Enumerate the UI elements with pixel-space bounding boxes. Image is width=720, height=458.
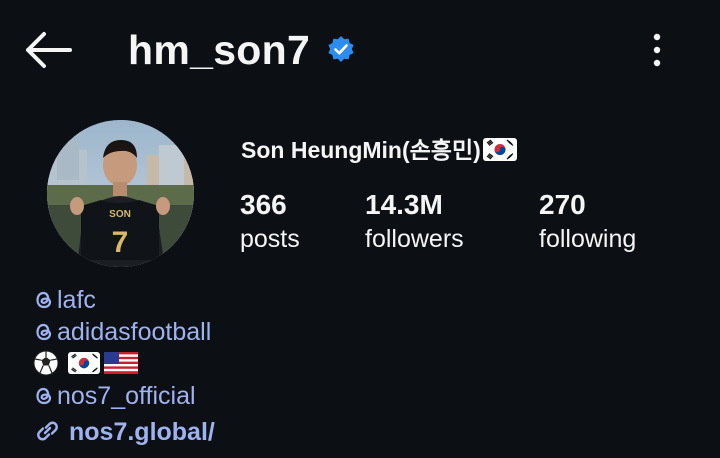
avatar-jersey-name: SON (109, 209, 131, 220)
bio-link-text: nos7.global/ (69, 418, 215, 446)
bio-mention-lafc[interactable]: lafc (33, 284, 96, 319)
following-label: following (539, 225, 637, 253)
more-options-button[interactable] (640, 30, 674, 70)
south-korea-flag-icon (68, 352, 100, 374)
threads-icon (33, 319, 55, 351)
threads-icon (33, 287, 55, 319)
following-stat[interactable]: 270 following (539, 188, 636, 256)
arrow-left-icon (26, 32, 72, 68)
bio-emojis (33, 350, 138, 376)
bio-external-link[interactable]: nos7.global/ (33, 416, 215, 452)
bio-mention-text: nos7_official (57, 382, 196, 410)
bio-mention-text: lafc (57, 286, 96, 314)
display-name: Son HeungMin(손흥민) (241, 135, 517, 168)
us-flag-icon (104, 352, 138, 374)
bio-mention-text: adidasfootball (57, 318, 212, 346)
verified-badge-icon (326, 35, 356, 65)
display-name-text: Son HeungMin(손흥민) (241, 137, 481, 163)
bio-mention-adidasfootball[interactable]: adidasfootball (33, 316, 211, 351)
profile-avatar[interactable]: SON 7 (47, 120, 194, 267)
soccer-ball-icon (33, 350, 59, 376)
posts-label: posts (240, 225, 300, 253)
south-korea-flag-icon (482, 138, 517, 168)
followers-label: followers (365, 225, 464, 253)
bio-mention-nos7-official[interactable]: nos7_official (33, 380, 196, 415)
posts-count: 366 (240, 189, 287, 220)
link-icon (33, 418, 61, 452)
back-button[interactable] (22, 30, 74, 70)
profile-username: hm_son7 (128, 27, 311, 73)
avatar-photo: SON 7 (47, 120, 194, 267)
followers-count: 14.3M (365, 189, 443, 220)
posts-stat[interactable]: 366 posts (240, 188, 300, 256)
more-vertical-icon (653, 33, 661, 67)
followers-stat[interactable]: 14.3M followers (365, 188, 464, 256)
avatar-jersey-number: 7 (112, 226, 129, 259)
following-count: 270 (539, 189, 586, 220)
threads-icon (33, 383, 55, 415)
